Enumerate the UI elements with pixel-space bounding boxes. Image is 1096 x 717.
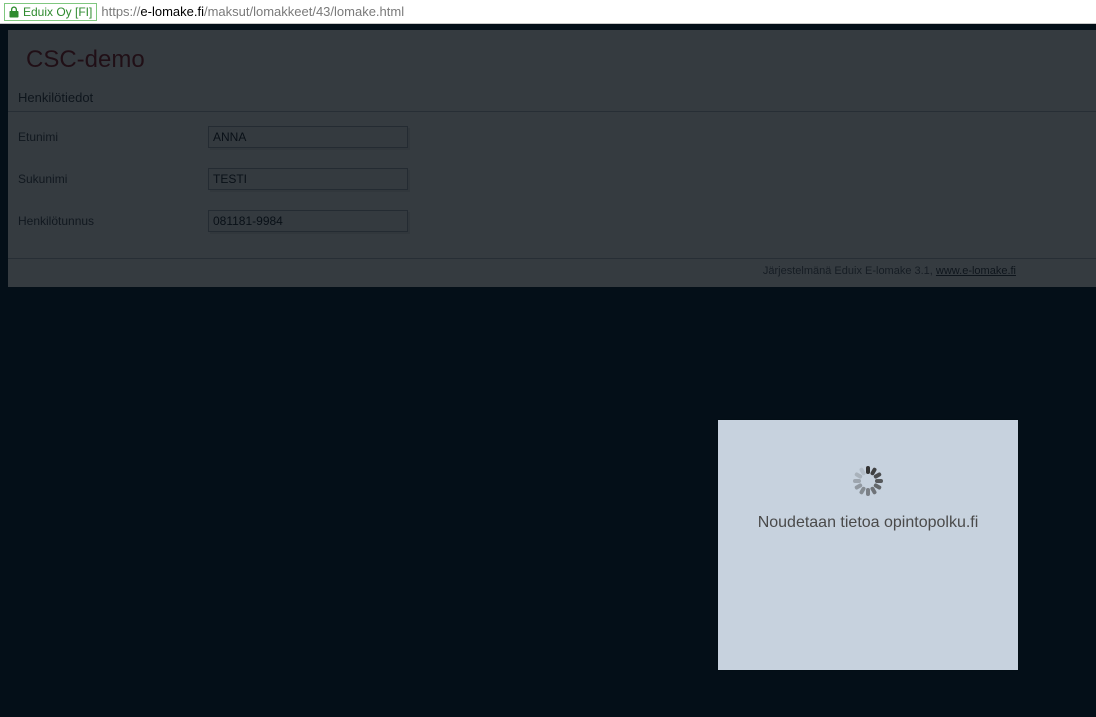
ssl-cert-badge[interactable]: Eduix Oy [FI]	[4, 3, 97, 21]
url-path: /maksut/lomakkeet/43/lomake.html	[204, 4, 404, 19]
browser-address-bar: Eduix Oy [FI] https://e-lomake.fi/maksut…	[0, 0, 1096, 24]
url-host: e-lomake.fi	[140, 4, 204, 19]
loading-modal: Noudetaan tietoa opintopolku.fi	[718, 420, 1018, 670]
url-display[interactable]: https://e-lomake.fi/maksut/lomakkeet/43/…	[101, 4, 404, 19]
url-scheme: https://	[101, 4, 140, 19]
loading-message: Noudetaan tietoa opintopolku.fi	[758, 514, 979, 532]
ssl-cert-label: Eduix Oy [FI]	[23, 5, 92, 19]
lock-icon	[9, 6, 19, 18]
spinner-icon	[853, 466, 883, 496]
